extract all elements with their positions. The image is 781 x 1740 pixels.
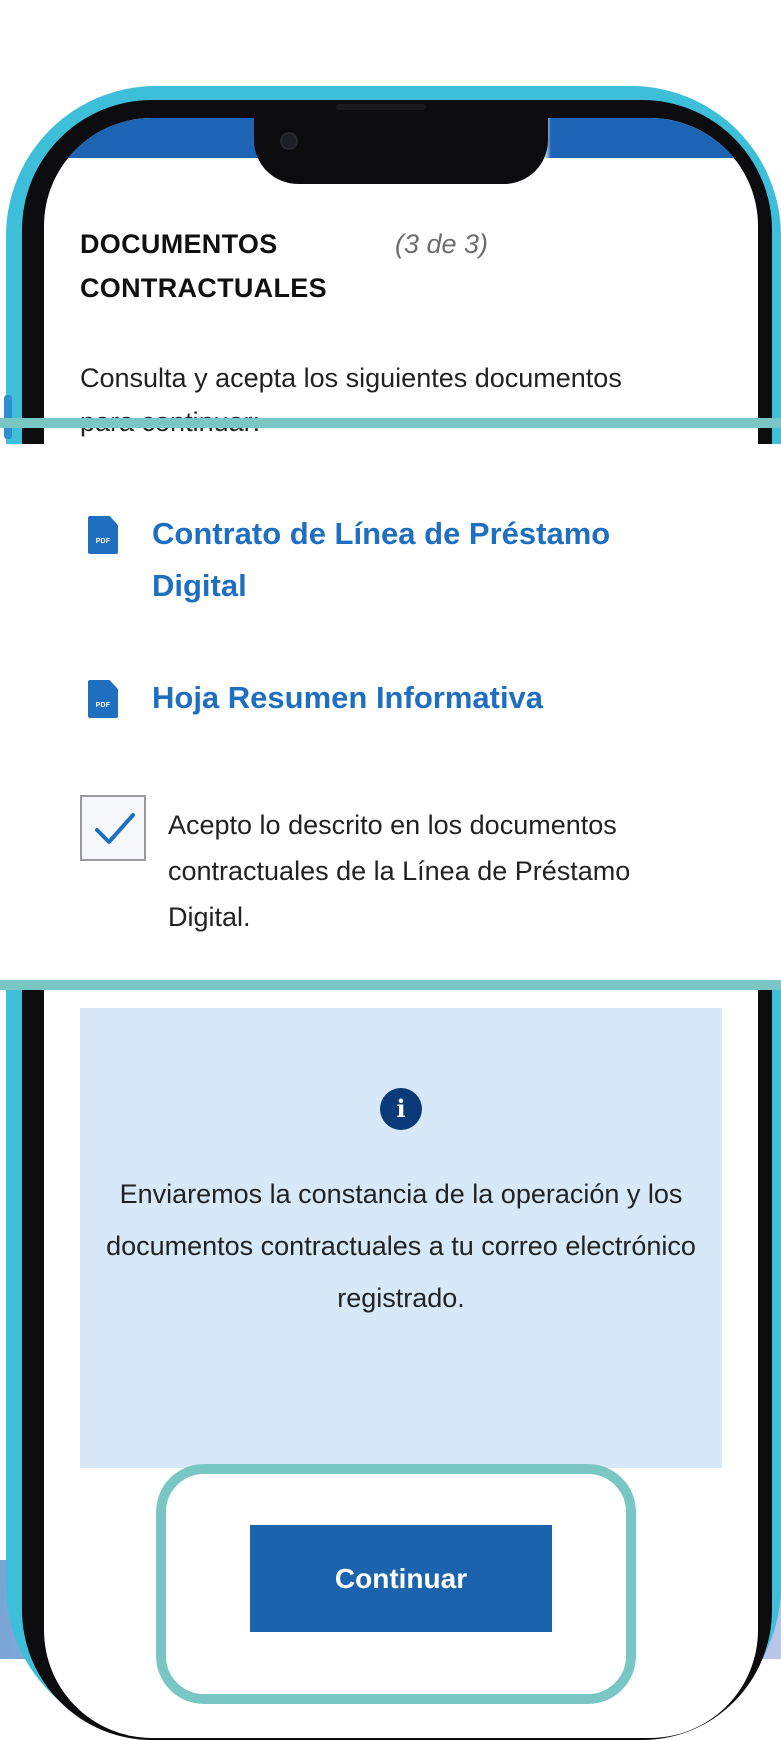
checkmark-icon: [95, 813, 135, 844]
side-button-mute: [4, 395, 12, 439]
accept-checkbox[interactable]: [80, 795, 146, 861]
highlight-line-top: [0, 418, 781, 428]
info-icon: i: [380, 1088, 422, 1130]
intro-text: Consulta y acepta los siguientes documen…: [80, 363, 622, 437]
summary-document-link[interactable]: Hoja Resumen Informativa: [152, 672, 712, 724]
pdf-icon[interactable]: PDF: [88, 516, 118, 554]
step-indicator: (3 de 3): [395, 229, 489, 259]
info-text: Enviaremos la constancia de la operación…: [106, 1179, 696, 1313]
highlight-line-bottom: [0, 980, 781, 990]
phone-notch: [254, 100, 548, 184]
front-camera: [280, 132, 298, 150]
info-panel: i Enviaremos la constancia de la operaci…: [80, 1008, 722, 1468]
pdf-icon[interactable]: PDF: [88, 680, 118, 718]
continue-button[interactable]: Continuar: [250, 1525, 552, 1632]
section-title: DOCUMENTOS CONTRACTUALES: [80, 229, 327, 303]
accept-label: Acepto lo descrito en los documentos con…: [168, 810, 631, 932]
pdf-icon-label: PDF: [95, 702, 111, 709]
contract-document-link[interactable]: Contrato de Línea de Préstamo Digital: [152, 508, 712, 612]
pdf-icon-label: PDF: [95, 538, 111, 545]
speaker-grille: [336, 104, 426, 110]
